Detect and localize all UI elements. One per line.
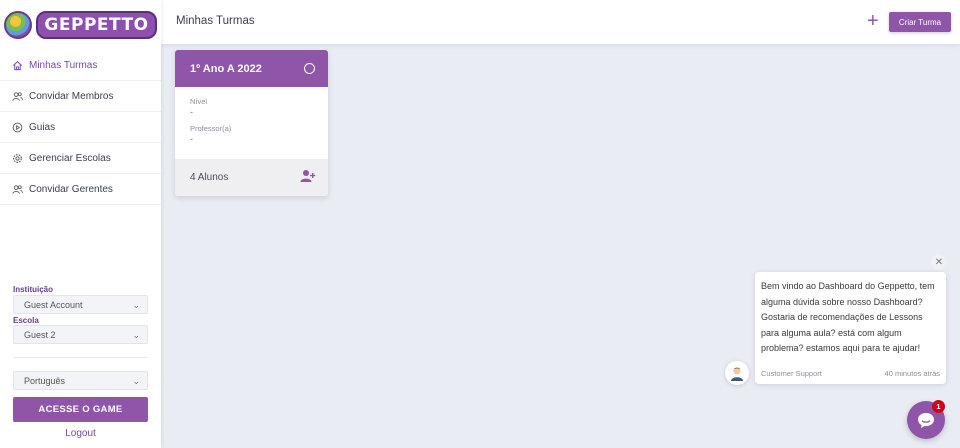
sidebar-item-convidar-gerentes[interactable]: Convidar Gerentes	[0, 174, 161, 205]
sidebar-item-minhas-turmas[interactable]: Minhas Turmas	[0, 50, 161, 81]
logout-link[interactable]: Logout	[0, 428, 161, 439]
chat-sender: Customer Support	[761, 369, 822, 378]
class-card[interactable]: 1º Ano A 2022 Nível - Professor(a) - 4 A…	[175, 50, 328, 196]
chevron-down-icon: ⌄	[132, 300, 140, 310]
notification-badge: 1	[932, 400, 945, 413]
language-value: Português	[24, 375, 66, 386]
select-radio[interactable]	[304, 63, 315, 74]
sidebar-item-guias[interactable]: Guias	[0, 112, 161, 143]
users-icon	[12, 91, 23, 102]
chat-message-text: Bem vindo ao Dashboard do Geppetto, tem …	[761, 281, 935, 353]
plus-icon[interactable]: +	[867, 11, 879, 31]
teacher-value: -	[190, 134, 193, 144]
add-user-icon[interactable]	[300, 169, 316, 183]
support-agent-icon	[731, 367, 743, 381]
gear-icon	[12, 153, 23, 164]
page-title: Minhas Turmas	[176, 15, 255, 27]
home-icon	[12, 60, 23, 71]
class-card-footer: 4 Alunos	[175, 159, 328, 196]
student-count: 4 Alunos	[190, 172, 229, 183]
teacher-label: Professor(a)	[190, 124, 232, 133]
level-value: -	[190, 107, 193, 117]
top-header: Minhas Turmas + Criar Turma	[161, 0, 960, 44]
sidebar-item-label: Convidar Gerentes	[29, 183, 113, 195]
institution-label: Instituição	[13, 285, 54, 294]
chevron-down-icon: ⌄	[132, 330, 140, 340]
create-class-button[interactable]: Criar Turma	[889, 12, 951, 32]
sidebar-item-label: Guias	[29, 121, 56, 133]
sidebar-item-label: Convidar Membros	[29, 90, 114, 102]
school-value: Guest 2	[24, 329, 56, 340]
class-title: 1º Ano A 2022	[190, 62, 262, 75]
chat-icon	[918, 413, 934, 428]
class-card-header: 1º Ano A 2022	[175, 50, 328, 87]
chat-time: 40 minutos atrás	[884, 369, 940, 378]
avatar	[725, 361, 749, 385]
close-icon[interactable]: ✕	[931, 254, 947, 270]
sidebar-item-gerenciar-escolas[interactable]: Gerenciar Escolas	[0, 143, 161, 174]
language-select[interactable]: Português ⌄	[13, 371, 148, 390]
sidebar-item-convidar-membros[interactable]: Convidar Membros	[0, 81, 161, 112]
play-circle-icon	[12, 122, 23, 133]
school-select[interactable]: Guest 2 ⌄	[13, 325, 148, 344]
sidebar-item-label: Minhas Turmas	[29, 59, 98, 71]
institution-select[interactable]: Guest Account ⌄	[13, 295, 148, 314]
chat-message-bubble: Bem vindo ao Dashboard do Geppetto, tem …	[755, 272, 946, 384]
users-icon	[12, 184, 23, 195]
institution-value: Guest Account	[24, 299, 83, 310]
class-card-body: Nível - Professor(a) -	[175, 87, 328, 159]
chevron-down-icon: ⌄	[132, 376, 140, 386]
globe-icon	[4, 11, 33, 39]
access-game-button[interactable]: ACESSE O GAME	[13, 397, 148, 422]
level-label: Nível	[190, 97, 208, 106]
sidebar: GEPPETTO Minhas Turmas Convidar Membros …	[0, 0, 161, 448]
school-label: Escola	[13, 316, 39, 325]
divider	[13, 357, 148, 358]
chat-meta: Customer Support 40 minutos atrás	[761, 369, 940, 378]
geppetto-logo[interactable]: GEPPETTO	[0, 0, 161, 50]
logo-text: GEPPETTO	[36, 11, 157, 39]
sidebar-item-label: Gerenciar Escolas	[29, 152, 111, 164]
